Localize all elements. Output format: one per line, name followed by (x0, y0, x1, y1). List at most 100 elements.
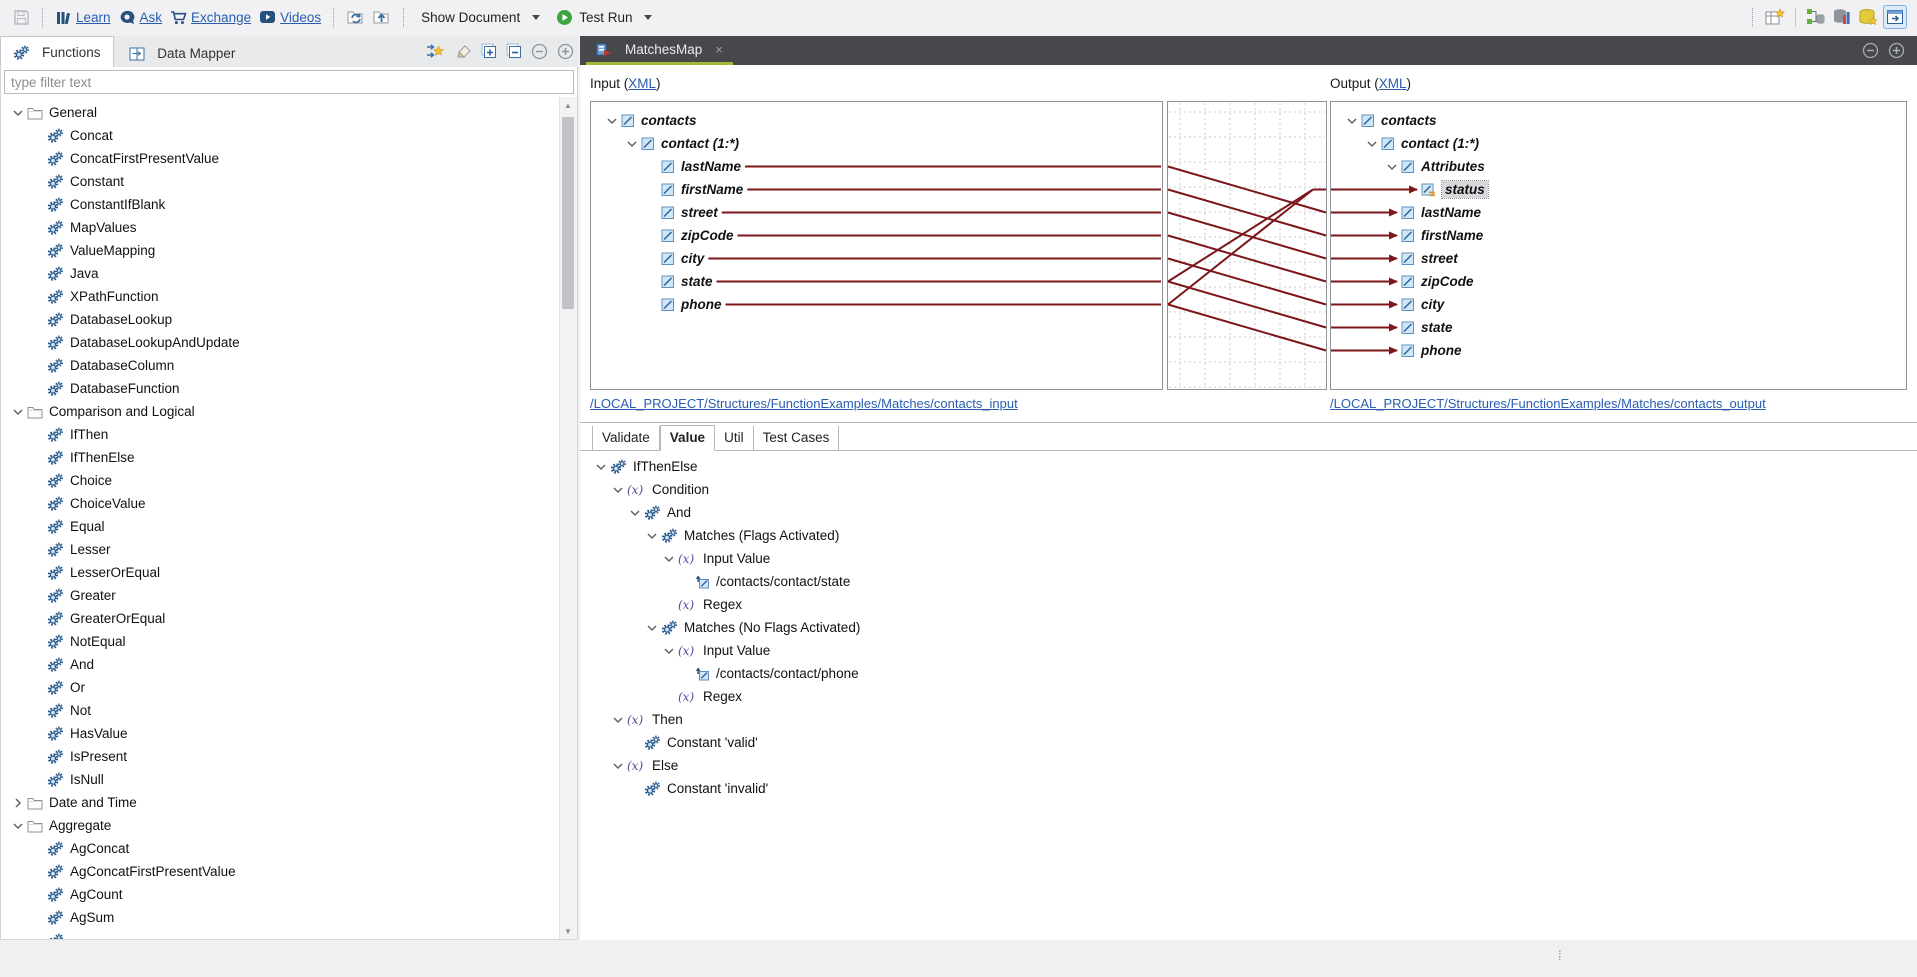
function-item-lesserorequal[interactable]: LesserOrEqual (1, 561, 560, 584)
value-node-regex[interactable]: (x)Regex (592, 685, 1917, 708)
input-node-street[interactable]: street (591, 201, 1162, 224)
database-report-icon[interactable] (1831, 6, 1853, 28)
function-item-or[interactable]: Or (1, 676, 560, 699)
lineage-icon[interactable] (1805, 6, 1827, 28)
output-node-contact[interactable]: contact (1:*) (1331, 132, 1906, 155)
chevron-down-icon[interactable] (9, 105, 27, 121)
function-item-java[interactable]: Java (1, 262, 560, 285)
category-date-and-time[interactable]: Date and Time (1, 791, 560, 814)
function-item-agsum[interactable]: AgSum (1, 906, 560, 929)
value-node-input-value[interactable]: (x)Input Value (592, 639, 1917, 662)
value-node-constant-valid-[interactable]: Constant 'valid' (592, 731, 1917, 754)
tab-data-mapper[interactable]: Data Mapper (117, 39, 247, 69)
category-general[interactable]: General (1, 101, 560, 124)
function-item-agconcatfirstpresentvalue[interactable]: AgConcatFirstPresentValue (1, 860, 560, 883)
mapping-canvas[interactable] (1167, 101, 1327, 390)
function-item-constantifblank[interactable]: ConstantIfBlank (1, 193, 560, 216)
value-node-ifthenelse[interactable]: IfThenElse (592, 455, 1917, 478)
value-node-matches-flags-activated-[interactable]: Matches (Flags Activated) (592, 524, 1917, 547)
input-node-city[interactable]: city (591, 247, 1162, 270)
input-node-phone[interactable]: phone (591, 293, 1162, 316)
function-item-databaselookup[interactable]: DatabaseLookup (1, 308, 560, 331)
output-node-street[interactable]: street (1331, 247, 1906, 270)
sash-drag-handle[interactable]: ⁞ (1558, 948, 1563, 963)
function-item-constant[interactable]: Constant (1, 170, 560, 193)
filter-input[interactable] (5, 72, 573, 92)
learn-link[interactable]: Learn (56, 10, 111, 25)
test-run-button[interactable]: Test Run (556, 9, 652, 26)
chevron-down-icon[interactable] (1363, 136, 1381, 152)
function-item-concatfirstpresentvalue[interactable]: ConcatFirstPresentValue (1, 147, 560, 170)
ask-link[interactable]: Ask (119, 10, 163, 25)
function-item-mapvalues[interactable]: MapValues (1, 216, 560, 239)
function-item-agconcat[interactable]: AgConcat (1, 837, 560, 860)
save-icon[interactable] (10, 6, 32, 28)
maximize-view-icon[interactable] (557, 43, 574, 63)
refresh-folder-icon[interactable] (371, 6, 393, 28)
function-item-choice[interactable]: Choice (1, 469, 560, 492)
output-node-status[interactable]: status (1331, 178, 1906, 201)
output-node-state[interactable]: state (1331, 316, 1906, 339)
scrollbar-thumb[interactable] (562, 117, 574, 309)
category-comparison-and-logical[interactable]: Comparison and Logical (1, 400, 560, 423)
input-node-firstname[interactable]: firstName (591, 178, 1162, 201)
function-item-ifthen[interactable]: IfThen (1, 423, 560, 446)
input-node-state[interactable]: state (591, 270, 1162, 293)
tab-validate[interactable]: Validate (592, 426, 660, 450)
value-node-input-value[interactable]: (x)Input Value (592, 547, 1917, 570)
function-item-and[interactable]: And (1, 653, 560, 676)
chevron-down-icon[interactable] (603, 113, 621, 129)
output-node-lastname[interactable]: lastName (1331, 201, 1906, 224)
scrollbar[interactable]: ▲ ▼ (559, 97, 577, 939)
show-document-menu[interactable]: Show Document (421, 10, 540, 25)
value-node-condition[interactable]: (x)Condition (592, 478, 1917, 501)
output-structure-link[interactable]: /LOCAL_PROJECT/Structures/FunctionExampl… (1330, 396, 1766, 411)
value-node--contacts-contact-state[interactable]: /contacts/contact/state (592, 570, 1917, 593)
function-item-not[interactable]: Not (1, 699, 560, 722)
tab-util[interactable]: Util (715, 426, 754, 450)
function-item-notequal[interactable]: NotEqual (1, 630, 560, 653)
function-item-concat[interactable]: Concat (1, 124, 560, 147)
scroll-down-arrow[interactable]: ▼ (560, 923, 576, 939)
clear-filter-icon[interactable] (454, 43, 472, 62)
chevron-down-icon[interactable] (1343, 113, 1361, 129)
new-datamapper-icon[interactable] (1764, 6, 1786, 28)
update-folder-icon[interactable] (345, 6, 367, 28)
minimize-view-icon[interactable] (531, 43, 548, 63)
output-xml-link[interactable]: XML (1379, 76, 1407, 91)
output-node-contacts[interactable]: contacts (1331, 109, 1906, 132)
chevron-down-icon[interactable] (609, 758, 627, 774)
chevron-down-icon[interactable] (643, 528, 661, 544)
function-item-ispresent[interactable]: IsPresent (1, 745, 560, 768)
function-item-agcount[interactable]: AgCount (1, 883, 560, 906)
editor-tab-matchesmap[interactable]: MatchesMap × (586, 36, 733, 65)
collapse-all-icon[interactable] (506, 43, 522, 62)
value-node-then[interactable]: (x)Then (592, 708, 1917, 731)
value-node-and[interactable]: And (592, 501, 1917, 524)
function-item-databasefunction[interactable]: DatabaseFunction (1, 377, 560, 400)
function-item-partial[interactable] (1, 929, 560, 939)
input-node-zipcode[interactable]: zipCode (591, 224, 1162, 247)
value-node-constant-invalid-[interactable]: Constant 'invalid' (592, 777, 1917, 800)
input-node-contact[interactable]: contact (1:*) (591, 132, 1162, 155)
function-item-lesser[interactable]: Lesser (1, 538, 560, 561)
function-item-ifthenelse[interactable]: IfThenElse (1, 446, 560, 469)
value-node-else[interactable]: (x)Else (592, 754, 1917, 777)
function-item-xpathfunction[interactable]: XPathFunction (1, 285, 560, 308)
maximize-editor-icon[interactable] (1888, 42, 1905, 62)
tab-test-cases[interactable]: Test Cases (754, 426, 840, 450)
perspective-icon[interactable] (1883, 5, 1907, 29)
output-node-city[interactable]: city (1331, 293, 1906, 316)
chevron-down-icon[interactable] (592, 459, 610, 475)
close-tab-icon[interactable]: × (715, 42, 723, 57)
exchange-link[interactable]: Exchange (170, 10, 251, 25)
value-node--contacts-contact-phone[interactable]: /contacts/contact/phone (592, 662, 1917, 685)
tab-functions[interactable]: Functions (0, 36, 114, 68)
function-item-hasvalue[interactable]: HasValue (1, 722, 560, 745)
chevron-right-icon[interactable] (9, 795, 27, 811)
function-item-choicevalue[interactable]: ChoiceValue (1, 492, 560, 515)
input-structure-link[interactable]: /LOCAL_PROJECT/Structures/FunctionExampl… (590, 396, 1018, 411)
chevron-down-icon[interactable] (660, 643, 678, 659)
output-node-phone[interactable]: phone (1331, 339, 1906, 362)
chevron-down-icon[interactable] (609, 482, 627, 498)
